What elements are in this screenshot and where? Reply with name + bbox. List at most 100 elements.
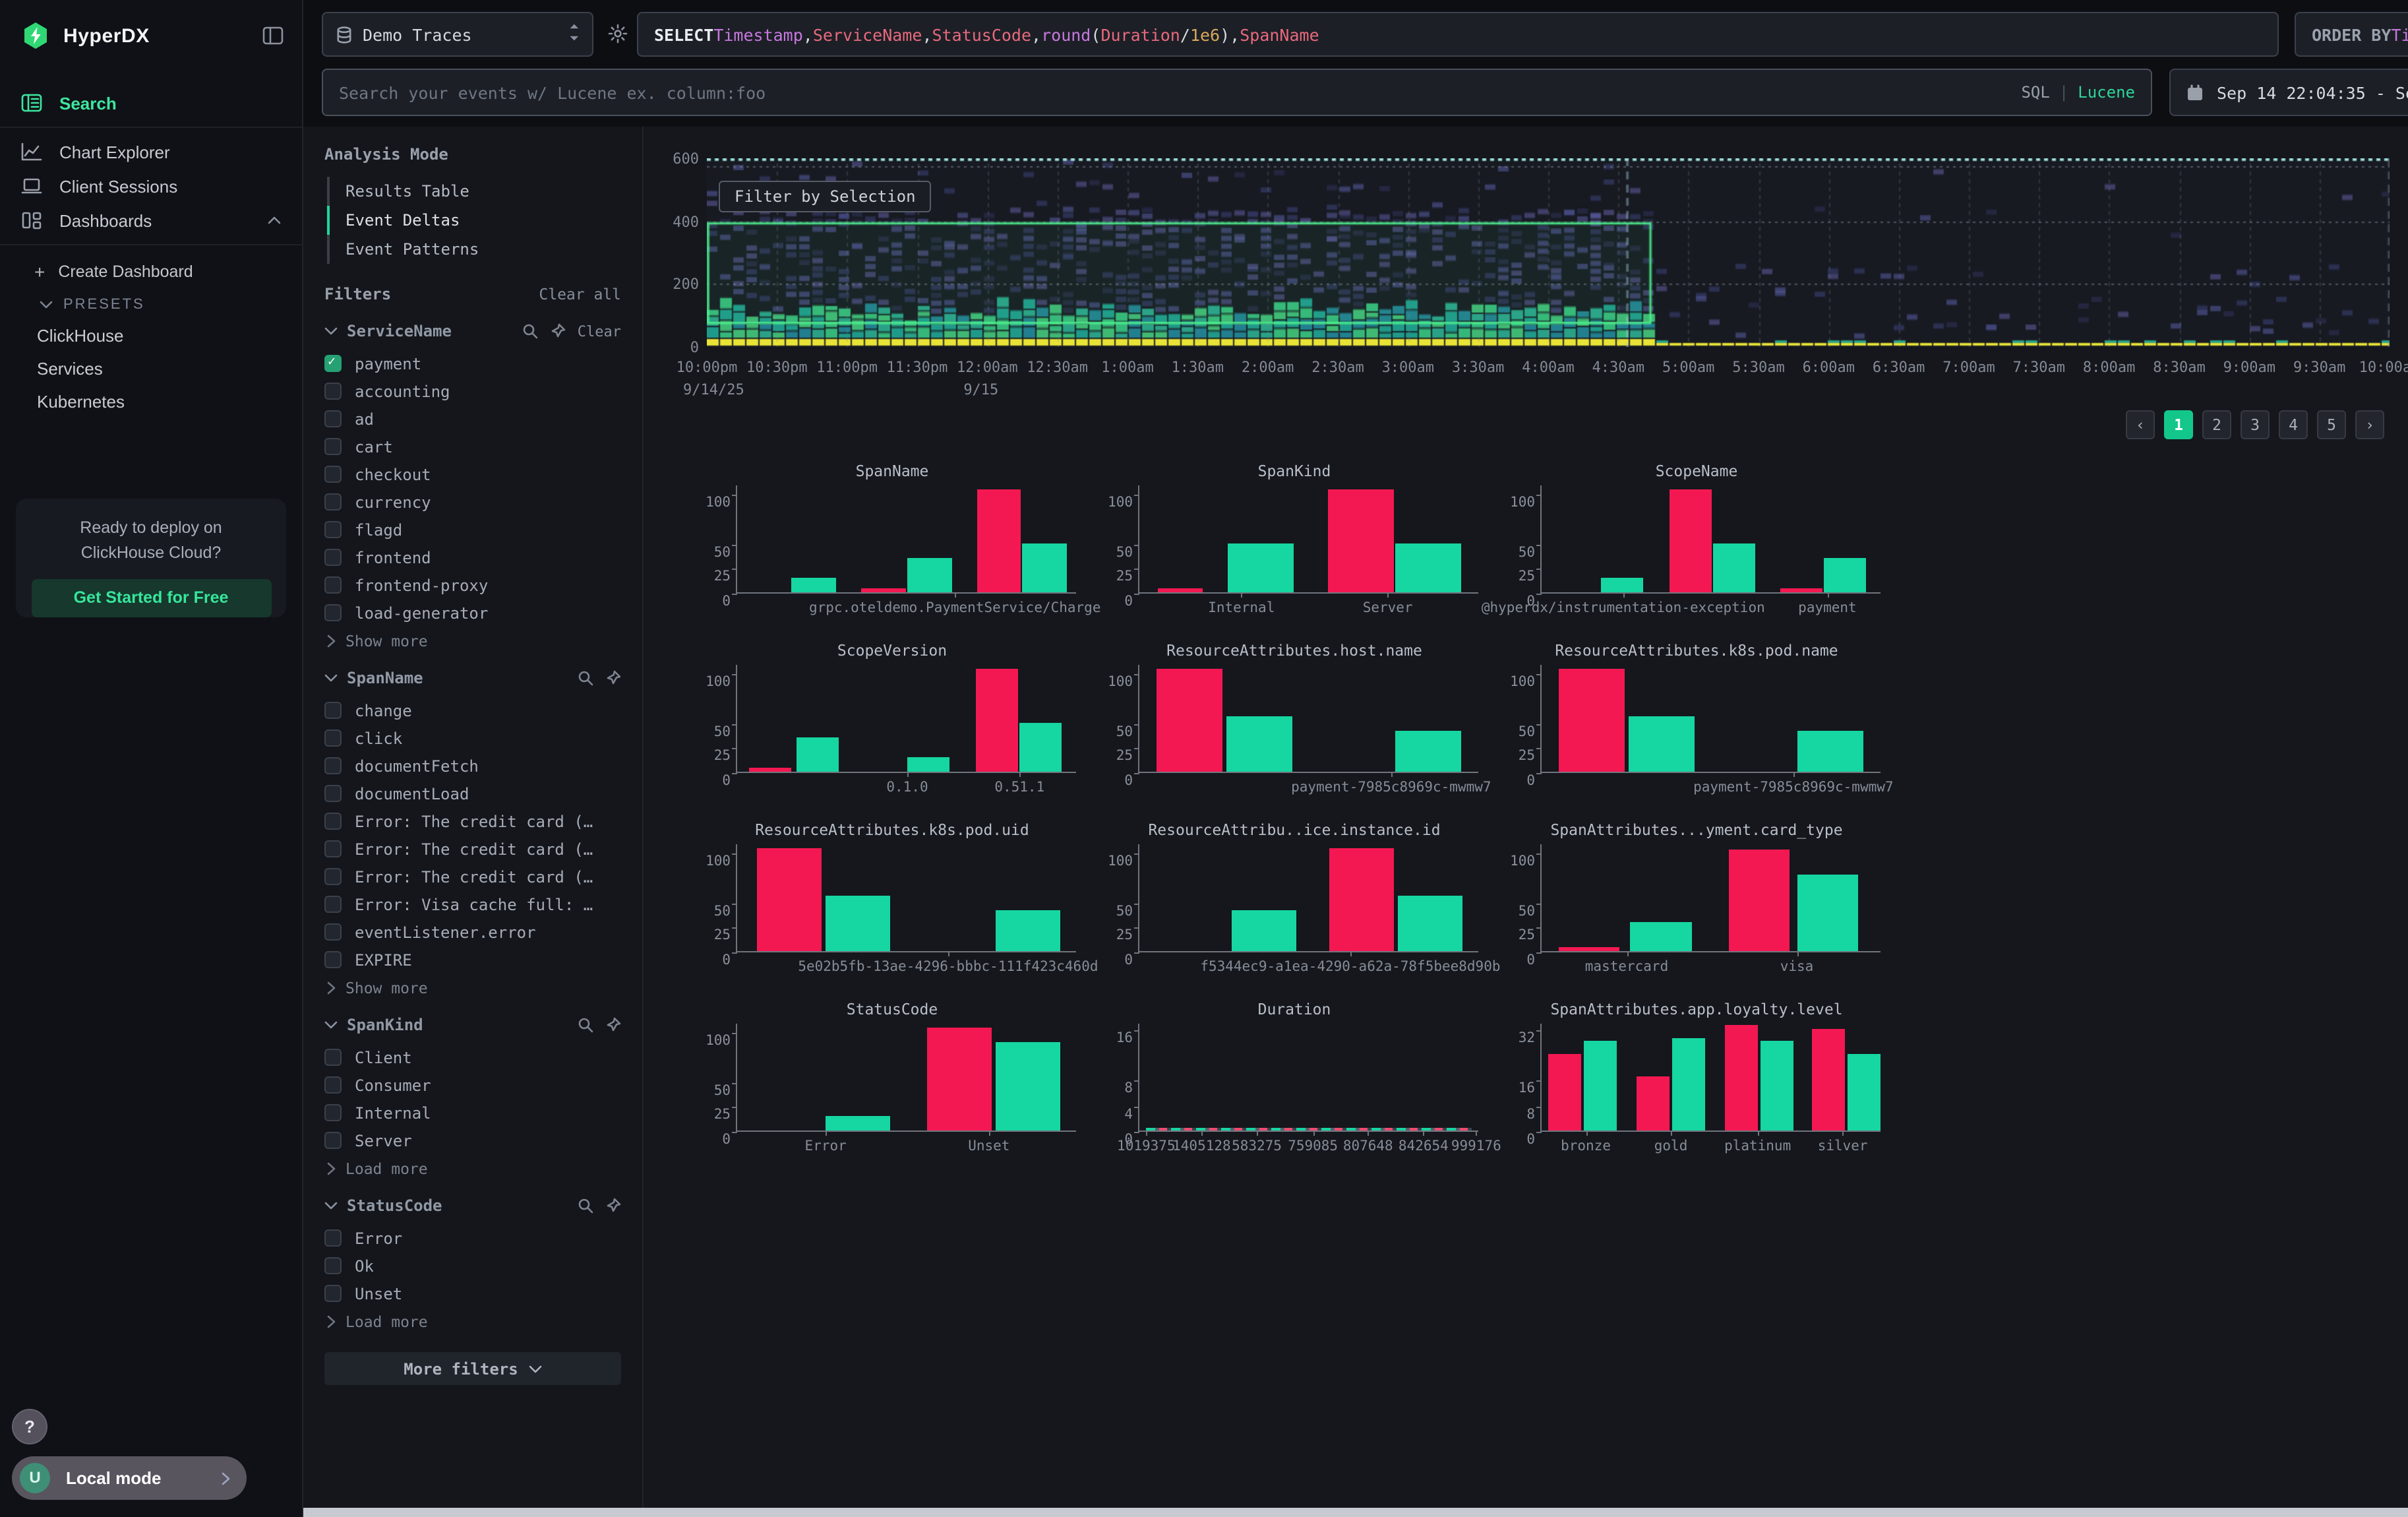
filter-option[interactable]: Server: [324, 1127, 621, 1154]
checkbox[interactable]: [324, 923, 342, 941]
bar-outlier[interactable]: [1327, 489, 1394, 592]
chevron-down-icon[interactable]: [324, 1202, 338, 1210]
bar-inlier[interactable]: [1231, 910, 1296, 951]
search-icon[interactable]: [578, 1017, 593, 1033]
select-query-input[interactable]: SELECT Timestamp, ServiceName, StatusCod…: [637, 12, 2279, 57]
bar-inlier[interactable]: [792, 578, 836, 592]
filter-option[interactable]: ad: [324, 405, 621, 433]
checkbox[interactable]: [324, 702, 342, 719]
bar-outlier[interactable]: [1330, 848, 1395, 951]
bar-inlier[interactable]: [1019, 722, 1062, 772]
show-more-button[interactable]: Show more: [324, 979, 621, 997]
checkbox[interactable]: [324, 493, 342, 511]
checkbox[interactable]: [324, 410, 342, 427]
date-range-picker[interactable]: Sep 14 22:04:35 - Sep 15 10:04:35: [2169, 69, 2408, 116]
create-dashboard-button[interactable]: + Create Dashboard: [0, 253, 302, 290]
pin-icon[interactable]: [605, 1198, 621, 1214]
search-icon[interactable]: [578, 670, 593, 686]
checkbox[interactable]: [324, 1229, 342, 1247]
filter-option[interactable]: Error: The credit card (…: [324, 807, 621, 835]
bar-outlier[interactable]: [1726, 1026, 1758, 1130]
bar-inlier[interactable]: [826, 895, 890, 951]
presets-toggle[interactable]: PRESETS: [0, 290, 302, 319]
sql-toggle[interactable]: SQL: [2021, 83, 2049, 102]
preset-kubernetes[interactable]: Kubernetes: [0, 385, 302, 418]
filter-option[interactable]: currency: [324, 488, 621, 516]
filter-option[interactable]: Consumer: [324, 1071, 621, 1099]
page-button-4[interactable]: 4: [2279, 410, 2308, 439]
horizontal-scrollbar[interactable]: [303, 1508, 2408, 1517]
checkbox[interactable]: [324, 549, 342, 566]
bar-inlier[interactable]: [1601, 578, 1644, 592]
filter-option[interactable]: Client: [324, 1043, 621, 1071]
checkbox[interactable]: [324, 1285, 342, 1302]
checkbox[interactable]: [324, 355, 342, 372]
source-select[interactable]: Demo Traces ⏶⏷: [322, 12, 593, 57]
checkbox[interactable]: [324, 729, 342, 747]
sidebar-item-search[interactable]: Search: [0, 87, 302, 119]
bar-outlier[interactable]: [1559, 947, 1620, 951]
bar-inlier[interactable]: [1226, 716, 1293, 772]
pin-icon[interactable]: [550, 323, 566, 339]
page-button-1[interactable]: 1: [2164, 410, 2193, 439]
checkbox[interactable]: [324, 1257, 342, 1274]
page-prev-button[interactable]: ‹: [2126, 410, 2155, 439]
bar-inlier[interactable]: [1823, 558, 1866, 592]
bar-outlier[interactable]: [928, 1027, 992, 1130]
local-mode-button[interactable]: U Local mode: [12, 1456, 247, 1500]
bar-inlier[interactable]: [1673, 1038, 1705, 1130]
more-filters-button[interactable]: More filters: [324, 1352, 621, 1385]
order-by-input[interactable]: ORDER BY Timestamp DESC: [2295, 12, 2408, 57]
checkbox[interactable]: [324, 1132, 342, 1149]
clear-all-button[interactable]: Clear all: [539, 285, 621, 303]
filter-option[interactable]: Unset: [324, 1280, 621, 1307]
filter-option[interactable]: Error: [324, 1224, 621, 1252]
filter-option[interactable]: Error: The credit card (…: [324, 863, 621, 890]
bar-inlier[interactable]: [907, 558, 951, 592]
bar-inlier[interactable]: [996, 1042, 1060, 1130]
bar-outlier[interactable]: [1158, 588, 1202, 592]
bar-inlier[interactable]: [1395, 730, 1461, 772]
bar-inlier[interactable]: [1797, 730, 1863, 772]
chevron-down-icon[interactable]: [324, 327, 338, 335]
bar-outlier[interactable]: [1780, 588, 1822, 592]
checkbox[interactable]: [324, 604, 342, 621]
bar-outlier[interactable]: [1559, 668, 1625, 772]
filter-option[interactable]: eventListener.error: [324, 918, 621, 946]
filter-option[interactable]: documentLoad: [324, 780, 621, 807]
filter-option[interactable]: flagd: [324, 516, 621, 543]
bar-inlier[interactable]: [1022, 543, 1066, 592]
help-button[interactable]: ?: [12, 1409, 47, 1444]
checkbox[interactable]: [324, 951, 342, 968]
filter-option[interactable]: payment: [324, 350, 621, 377]
search-input[interactable]: Search your events w/ Lucene ex. column:…: [322, 69, 2152, 116]
bar-inlier[interactable]: [1848, 1054, 1880, 1130]
preset-services[interactable]: Services: [0, 352, 302, 385]
bar-outlier[interactable]: [1157, 668, 1223, 772]
bar-inlier[interactable]: [996, 910, 1060, 951]
bar-outlier[interactable]: [975, 668, 1018, 772]
sidebar-item-chart-explorer[interactable]: Chart Explorer: [0, 136, 302, 168]
checkbox[interactable]: [324, 521, 342, 538]
checkbox[interactable]: [324, 466, 342, 483]
lucene-toggle[interactable]: Lucene: [2078, 83, 2135, 102]
filter-option[interactable]: change: [324, 697, 621, 724]
bar-inlier[interactable]: [1584, 1041, 1617, 1130]
bar-outlier[interactable]: [1812, 1029, 1844, 1130]
bar-outlier[interactable]: [1548, 1054, 1580, 1130]
filter-option[interactable]: load-generator: [324, 599, 621, 627]
filter-by-selection-button[interactable]: Filter by Selection: [719, 181, 932, 212]
checkbox[interactable]: [324, 896, 342, 913]
bar-inlier[interactable]: [1395, 543, 1461, 592]
bar-outlier[interactable]: [1729, 850, 1790, 951]
bar-inlier[interactable]: [1228, 543, 1294, 592]
sidebar-item-client-sessions[interactable]: Client Sessions: [0, 170, 302, 202]
load-more-button[interactable]: Load more: [324, 1313, 621, 1331]
checkbox[interactable]: [324, 1104, 342, 1121]
bar-outlier[interactable]: [758, 848, 822, 951]
analysis-mode-results-table[interactable]: Results Table: [327, 177, 621, 206]
filter-option[interactable]: checkout: [324, 460, 621, 488]
filter-option[interactable]: cart: [324, 433, 621, 460]
checkbox[interactable]: [324, 383, 342, 400]
page-button-3[interactable]: 3: [2241, 410, 2270, 439]
